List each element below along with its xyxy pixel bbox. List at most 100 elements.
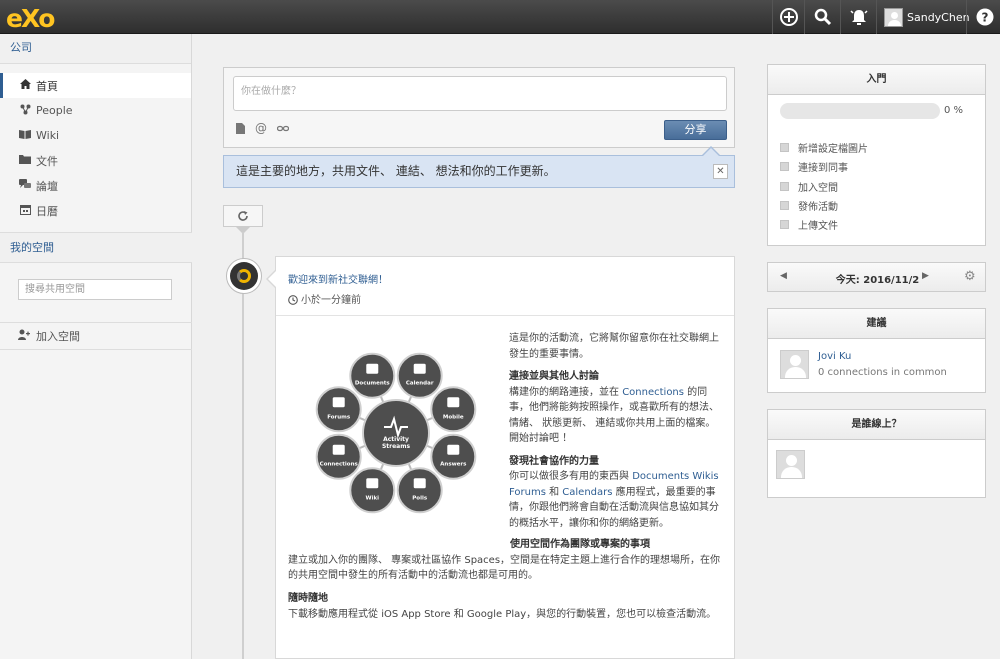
divider bbox=[276, 315, 734, 316]
activity-pointer-fill bbox=[268, 271, 276, 287]
my-spaces-header[interactable]: 我的空間 bbox=[0, 232, 192, 263]
help-icon[interactable]: ? bbox=[974, 6, 996, 28]
checkbox[interactable] bbox=[780, 201, 789, 210]
checkbox[interactable] bbox=[780, 220, 789, 229]
task-item[interactable]: 連接到同事 bbox=[780, 159, 848, 174]
close-tip-button[interactable]: ✕ bbox=[713, 164, 728, 179]
bell-icon[interactable] bbox=[848, 6, 870, 28]
join-space-label: 加入空間 bbox=[36, 330, 80, 343]
sidebar-item-forums[interactable]: 論壇 bbox=[0, 173, 191, 198]
diagram-node: Documents bbox=[349, 352, 396, 399]
avatar bbox=[884, 7, 903, 27]
section-title: 使用空間作為團隊或專案的事項 bbox=[510, 539, 650, 550]
sidebar-item-label: 日曆 bbox=[36, 204, 58, 218]
add-user-icon bbox=[18, 329, 30, 343]
book-icon bbox=[18, 129, 32, 142]
task-item[interactable]: 上傳文件 bbox=[780, 217, 838, 232]
google-play-link[interactable]: Google Play bbox=[467, 609, 526, 620]
space-search-input[interactable]: 搜尋共用空間 bbox=[18, 279, 172, 300]
calendars-link[interactable]: Calendars bbox=[562, 487, 612, 498]
divider bbox=[772, 0, 773, 34]
mention-icon[interactable]: @ bbox=[255, 122, 267, 137]
svg-text:Calendar: Calendar bbox=[406, 381, 434, 387]
section-title: 發現社會協作的力量 bbox=[509, 455, 599, 467]
divider bbox=[840, 0, 841, 34]
progress-bar bbox=[780, 103, 940, 119]
diagram-node: Answers bbox=[430, 433, 477, 480]
svg-text:?: ? bbox=[982, 11, 989, 25]
spaces-link[interactable]: Spaces bbox=[464, 555, 500, 566]
task-item[interactable]: 新增設定檔圖片 bbox=[780, 140, 868, 155]
avatar[interactable] bbox=[780, 350, 809, 379]
activity-card: 歡迎來到新社交聯網！ 小於一分鐘前 Documents Calendar Mobil… bbox=[275, 256, 735, 659]
plus-circle-icon[interactable] bbox=[778, 6, 800, 28]
suggestions-title: 建議 bbox=[768, 309, 985, 339]
today-label[interactable]: 今天: 2016/11/2 bbox=[768, 271, 987, 286]
mobile-section: 隨時隨地 下載移動應用程式從 iOS App Store 和 Google Pl… bbox=[288, 591, 728, 622]
link-icon[interactable] bbox=[276, 123, 290, 137]
tip-pointer-fill bbox=[703, 148, 719, 156]
svg-text:Forums: Forums bbox=[327, 414, 351, 420]
checkbox[interactable] bbox=[780, 162, 789, 171]
sidebar-item-label: 文件 bbox=[36, 154, 58, 168]
forums-link[interactable]: Forums bbox=[509, 487, 546, 498]
sidebar-item-wiki[interactable]: Wiki bbox=[0, 123, 191, 148]
welcome-tip: 這是主要的地方，共用文件、 連結、 想法和你的工作更新。 bbox=[223, 155, 735, 188]
suggestion-meta: 0 connections in common bbox=[818, 367, 947, 378]
left-sidebar: 公司 首頁 People Wiki 文件 論壇 日曆 我的空間 搜尋共用空間 加… bbox=[0, 34, 192, 659]
join-space-button[interactable]: 加入空間 bbox=[0, 322, 192, 350]
task-item[interactable]: 發佈活動 bbox=[780, 198, 838, 213]
activity-streams-diagram: Documents Calendar Mobile Answers Polls Wiki C… bbox=[315, 352, 477, 514]
task-item[interactable]: 加入空間 bbox=[780, 179, 838, 194]
svg-text:Documents: Documents bbox=[355, 381, 391, 387]
diagram-center-label: Activity bbox=[383, 436, 409, 443]
activity-time: 小於一分鐘前 bbox=[288, 291, 361, 308]
activity-description: 這是你的活動流，它將幫你留意你在社交聯網上發生的重要事情。 連接並與其他人討論 … bbox=[509, 331, 724, 531]
share-button[interactable]: 分享 bbox=[664, 120, 727, 140]
checkbox[interactable] bbox=[780, 182, 789, 191]
chevron-right-icon[interactable]: ▶ bbox=[922, 271, 929, 281]
suggestion-name[interactable]: Jovi Ku bbox=[818, 351, 851, 362]
file-icon[interactable] bbox=[236, 123, 245, 137]
search-icon[interactable] bbox=[812, 6, 834, 28]
checkbox[interactable] bbox=[780, 143, 789, 152]
activity-title[interactable]: 歡迎來到新社交聯網！ bbox=[288, 271, 388, 286]
sidebar-item-label: People bbox=[36, 104, 73, 117]
diagram-center-label: Streams bbox=[382, 443, 411, 450]
sidebar-item-documents[interactable]: 文件 bbox=[0, 148, 191, 173]
refresh-icon bbox=[238, 211, 248, 221]
gear-icon[interactable]: ⚙ bbox=[964, 269, 976, 284]
activity-time-label: 小於一分鐘前 bbox=[301, 295, 361, 306]
diagram-node: Forums bbox=[315, 386, 362, 433]
sidebar-item-people[interactable]: People bbox=[0, 98, 191, 123]
svg-text:Mobile: Mobile bbox=[443, 414, 464, 420]
diagram-node: Calendar bbox=[396, 352, 443, 399]
connections-link[interactable]: Connections bbox=[622, 387, 684, 398]
avatar[interactable] bbox=[776, 450, 805, 479]
status-input[interactable]: 你在做什麼？ bbox=[233, 76, 727, 111]
spaces-section: 使用空間作為團隊或專案的事項 建立或加入你的團隊、 專案或社區協作 Spaces… bbox=[288, 537, 728, 584]
section-body: 你可以做很多有用的東西與 Documents Wikis Forums 和 Ca… bbox=[509, 471, 719, 529]
documents-link[interactable]: Documents bbox=[632, 471, 689, 482]
ios-app-store-link[interactable]: iOS App Store bbox=[381, 609, 450, 620]
user-menu[interactable]: SandyChen bbox=[884, 7, 970, 27]
diagram-node: Mobile bbox=[430, 386, 477, 433]
whos-online-panel: 是誰線上？ bbox=[767, 409, 986, 498]
comments-icon bbox=[18, 178, 32, 193]
people-icon bbox=[18, 104, 32, 118]
activity-avatar[interactable] bbox=[226, 258, 262, 294]
wikis-link[interactable]: Wikis bbox=[692, 471, 718, 482]
getting-started-panel: 入門 0 % 新增設定檔圖片 連接到同事 加入空間 發佈活動 上傳文件 bbox=[767, 64, 986, 246]
home-icon bbox=[18, 79, 32, 92]
composer-tools: @ bbox=[236, 122, 290, 137]
sidebar-item-label: 論壇 bbox=[36, 179, 58, 193]
section-title: 連接並與其他人討論 bbox=[509, 371, 599, 382]
folder-icon bbox=[18, 154, 32, 167]
exo-logo[interactable]: eXo bbox=[6, 4, 55, 33]
sidebar-item-calendar[interactable]: 日曆 bbox=[0, 198, 191, 223]
getting-started-title: 入門 bbox=[768, 65, 985, 95]
divider bbox=[966, 0, 967, 34]
company-header[interactable]: 公司 bbox=[0, 34, 191, 64]
refresh-button[interactable] bbox=[223, 205, 263, 227]
sidebar-item-home[interactable]: 首頁 bbox=[0, 73, 191, 98]
